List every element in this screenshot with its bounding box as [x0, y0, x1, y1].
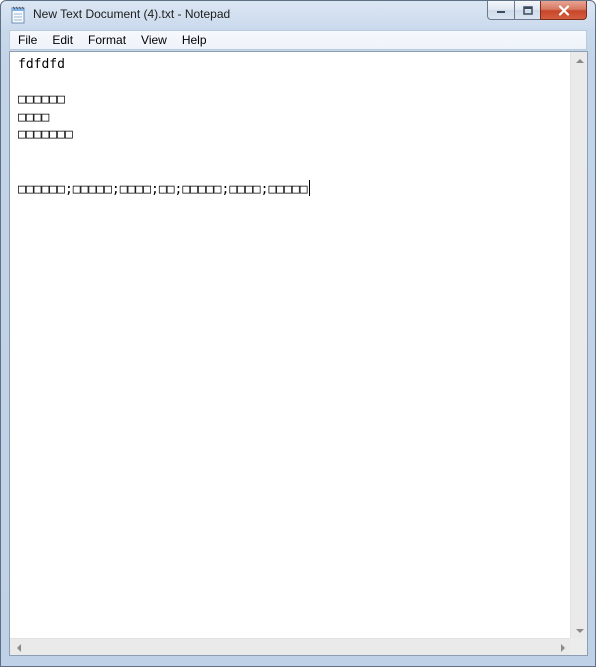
- close-icon: [558, 4, 569, 16]
- text-line: □□□□□□□: [18, 127, 73, 142]
- menu-edit[interactable]: Edit: [44, 31, 80, 49]
- scroll-left-button[interactable]: [10, 639, 27, 656]
- title-bar[interactable]: New Text Document (4).txt - Notepad: [1, 1, 595, 29]
- menu-bar: File Edit Format View Help: [9, 30, 587, 50]
- maximize-button[interactable]: [514, 1, 540, 20]
- text-caret: [308, 180, 310, 196]
- text-line: □□□□: [18, 110, 50, 125]
- scroll-up-button[interactable]: [571, 52, 588, 69]
- window-title: New Text Document (4).txt - Notepad: [33, 7, 231, 21]
- menu-format[interactable]: Format: [80, 31, 133, 49]
- vertical-scrollbar[interactable]: [570, 52, 587, 639]
- maximize-icon: [522, 5, 533, 15]
- text-line-content: □□□□□□;□□□□□;□□□□;□□;□□□□□;□□□□;□□□□□: [18, 182, 308, 197]
- minimize-icon: [497, 11, 505, 13]
- scroll-left-icon: [16, 643, 21, 652]
- notepad-window: New Text Document (4).txt - Notepad File…: [0, 0, 596, 667]
- scrollbar-corner: [570, 638, 587, 655]
- minimize-button[interactable]: [487, 1, 514, 20]
- text-line-current: □□□□□□;□□□□□;□□□□;□□;□□□□□;□□□□;□□□□□: [18, 180, 310, 197]
- notepad-icon[interactable]: [10, 6, 26, 24]
- menu-view[interactable]: View: [133, 31, 174, 49]
- scroll-down-icon: [575, 628, 584, 633]
- editor-frame: fdfdfd □□□□□□ □□□□ □□□□□□□ □□□□□□;□□□□□;…: [9, 51, 588, 656]
- text-line: fdfdfd: [18, 57, 65, 72]
- text-line: □□□□□□: [18, 92, 65, 107]
- text-editor[interactable]: fdfdfd □□□□□□ □□□□ □□□□□□□ □□□□□□;□□□□□;…: [10, 52, 571, 639]
- scroll-up-icon: [575, 58, 584, 63]
- close-button[interactable]: [540, 1, 587, 20]
- horizontal-scrollbar[interactable]: [10, 638, 571, 655]
- menu-file[interactable]: File: [10, 31, 44, 49]
- scroll-right-icon: [560, 643, 565, 652]
- scroll-down-button[interactable]: [571, 622, 588, 639]
- scroll-right-button[interactable]: [554, 639, 571, 656]
- menu-help[interactable]: Help: [174, 31, 214, 49]
